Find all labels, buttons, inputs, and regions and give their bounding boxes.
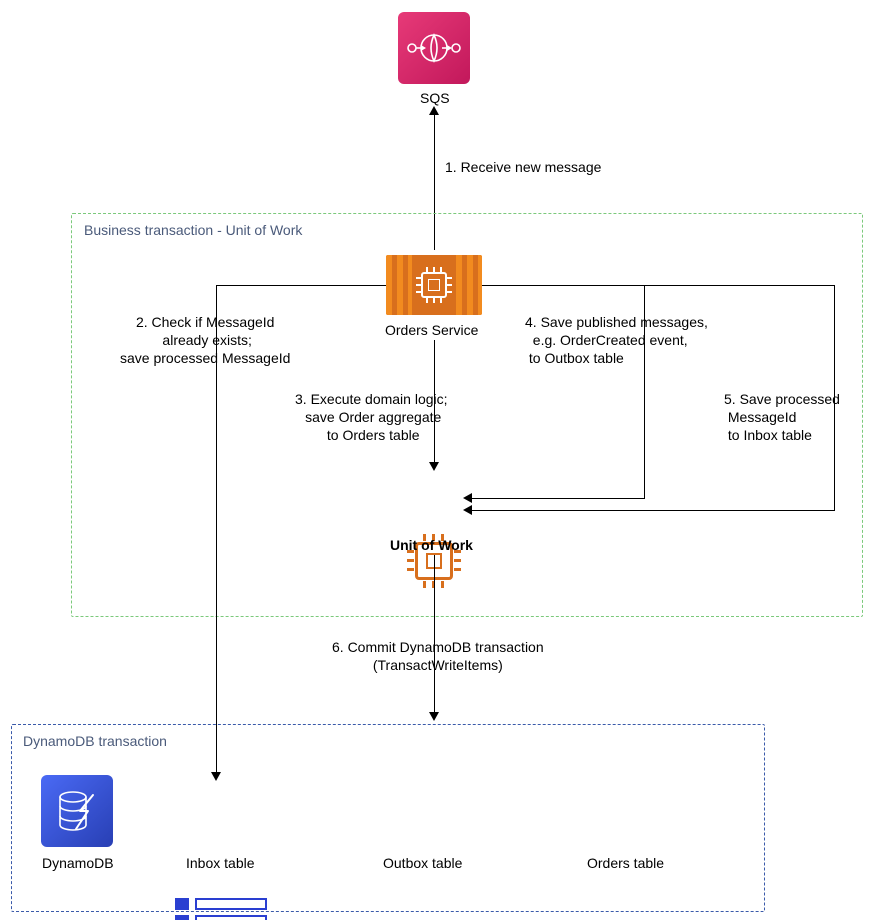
unit-of-work-label: Unit of Work xyxy=(390,536,473,554)
step4-label: 4. Save published messages, e.g. OrderCr… xyxy=(525,313,708,368)
step5-label: 5. Save processed MessageId to Inbox tab… xyxy=(724,390,840,445)
sqs-icon xyxy=(398,12,470,84)
step3-label: 3. Execute domain logic; save Order aggr… xyxy=(295,390,448,445)
dynamodb-box xyxy=(11,724,765,912)
business-box-title: Business transaction - Unit of Work xyxy=(84,222,302,238)
inbox-table-label: Inbox table xyxy=(186,854,255,872)
sqs-label: SQS xyxy=(420,89,450,107)
dynamodb-label: DynamoDB xyxy=(42,854,114,872)
orders-service-icon xyxy=(386,255,482,315)
step6-label: 6. Commit DynamoDB transaction (Transact… xyxy=(332,638,544,674)
orders-table-label: Orders table xyxy=(587,854,664,872)
outbox-table-label: Outbox table xyxy=(383,854,462,872)
step1-label: 1. Receive new message xyxy=(445,158,601,176)
step2-label: 2. Check if MessageId already exists; sa… xyxy=(120,313,290,368)
dynamodb-box-title: DynamoDB transaction xyxy=(23,733,167,749)
dynamodb-icon xyxy=(41,775,113,847)
inbox-table-icon xyxy=(175,898,267,920)
orders-service-label: Orders Service xyxy=(385,321,478,339)
